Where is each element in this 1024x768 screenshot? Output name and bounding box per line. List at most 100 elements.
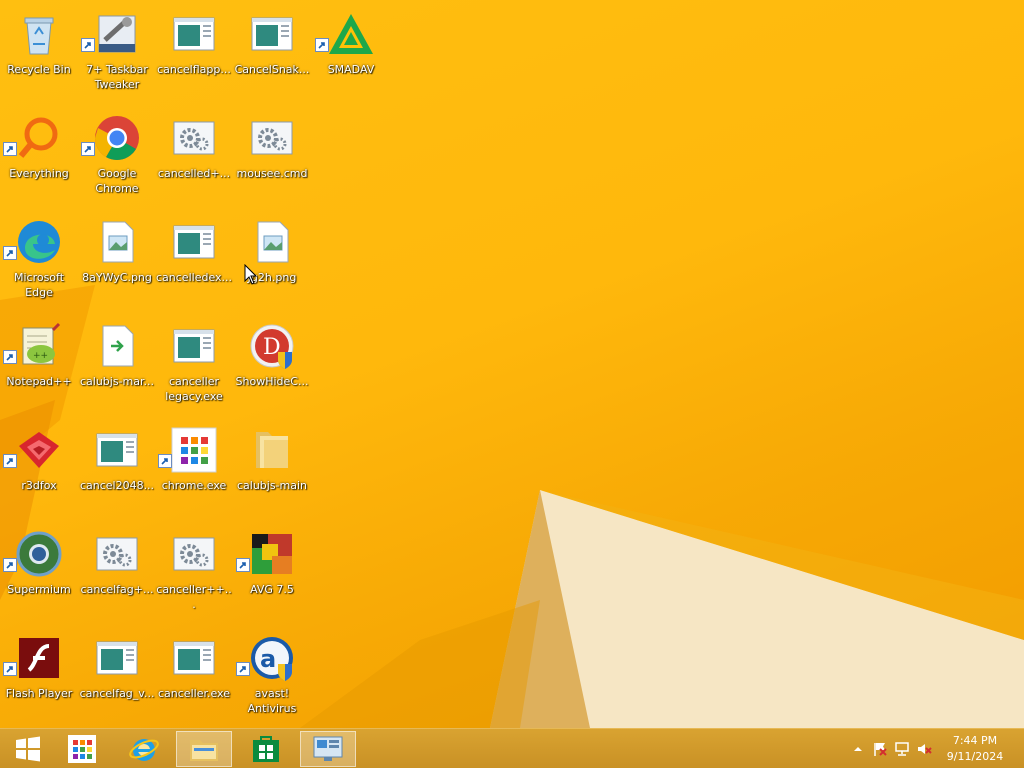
shortcut-arrow-icon <box>3 246 17 260</box>
app-window-icon <box>248 10 296 58</box>
desktop-icon-cancelfag-plus[interactable]: cancelfag+... <box>79 524 155 628</box>
svg-text:a: a <box>260 645 276 673</box>
icon-label: AVG 7.5 <box>250 583 294 596</box>
settings-gear-window-icon <box>248 114 296 162</box>
taskbar-control-panel-button[interactable] <box>300 731 356 767</box>
everything-search-icon <box>15 114 63 162</box>
desktop-icon-7-taskbar-tweaker[interactable]: 7+ Taskbar Tweaker <box>79 4 155 108</box>
avast-icon: a <box>248 634 296 682</box>
desktop-icon-showhidec[interactable]: D ShowHideC... <box>234 316 310 420</box>
shortcut-arrow-icon <box>236 662 250 676</box>
icon-label: Everything <box>9 167 69 180</box>
desktop-icon-notepad-plus-plus[interactable]: ++ Notepad++ <box>1 316 77 420</box>
image-file-icon <box>93 218 141 266</box>
taskbar: 7:44 PM 9/11/2024 <box>0 728 1024 768</box>
clock[interactable]: 7:44 PM 9/11/2024 <box>940 733 1010 765</box>
icon-label: 8aYWyC.png <box>82 271 152 284</box>
smadav-triangle-icon <box>327 10 375 58</box>
icon-label: cancelfag_v... <box>79 687 155 700</box>
show-hidden-icons-chevron-icon[interactable] <box>850 741 866 757</box>
clock-date: 9/11/2024 <box>946 750 1004 763</box>
store-icon <box>253 736 279 762</box>
icon-label: Recycle Bin <box>7 63 71 76</box>
action-center-flag-icon[interactable] <box>872 741 888 757</box>
desktop[interactable]: Recycle Bin 7+ Taskbar Tweaker cancelfla… <box>0 0 1024 728</box>
system-tray: 7:44 PM 9/11/2024 <box>844 729 1024 768</box>
network-icon[interactable] <box>894 741 910 757</box>
taskbar-file-explorer-button[interactable] <box>176 731 232 767</box>
desktop-icon-avast-antivirus[interactable]: a avast! Antivirus <box>234 628 310 728</box>
desktop-icon-supermium[interactable]: Supermium <box>1 524 77 628</box>
edge-icon <box>15 218 63 266</box>
app-window-icon <box>93 634 141 682</box>
desktop-icon-cancelledex[interactable]: cancelledex... <box>156 212 232 316</box>
svg-text:++: ++ <box>33 351 48 361</box>
icon-label: Flash Player <box>5 687 73 700</box>
icon-label: canceller++... <box>156 583 232 611</box>
desktop-icon-mousee-cmd[interactable]: mousee.cmd <box>234 108 310 212</box>
icon-label: r3dfox <box>21 479 57 492</box>
desktop-icon-avg-7-5[interactable]: AVG 7.5 <box>234 524 310 628</box>
windows-start-icon <box>16 736 40 762</box>
icon-label: cancelflapp... <box>157 63 231 76</box>
icon-label: cancel2048... <box>79 479 155 492</box>
folder-icon <box>248 426 296 474</box>
shortcut-arrow-icon <box>81 38 95 52</box>
mouse-cursor-icon <box>244 264 258 285</box>
r3dfox-icon <box>15 426 63 474</box>
desktop-icon-google-chrome[interactable]: Google Chrome <box>79 108 155 212</box>
supermium-icon <box>15 530 63 578</box>
desktop-icon-chrome-exe[interactable]: chrome.exe <box>156 420 232 524</box>
avg-icon <box>248 530 296 578</box>
internet-explorer-icon <box>129 739 159 761</box>
file-explorer-icon <box>190 740 218 761</box>
icon-label: avast! Antivirus <box>247 687 297 715</box>
shortcut-arrow-icon <box>3 558 17 572</box>
desktop-icon-canceller-legacy-exe[interactable]: canceller legacy.exe <box>156 316 232 420</box>
settings-gear-window-icon <box>170 114 218 162</box>
taskbar-internet-explorer-button[interactable] <box>116 731 172 767</box>
image-file-icon <box>248 218 296 266</box>
desktop-icon-calubjs-mar[interactable]: calubjs-mar... <box>79 316 155 420</box>
desktop-icon-cancelled-plus[interactable]: cancelled+... <box>156 108 232 212</box>
icon-label: SMADAV <box>327 63 375 76</box>
icon-label: calubjs-mar... <box>79 375 154 388</box>
recycle-bin-icon <box>15 10 63 58</box>
desktop-icon-microsoft-edge[interactable]: Microsoft Edge <box>1 212 77 316</box>
tweaker-tools-icon <box>93 10 141 58</box>
icon-label: cancelledex... <box>156 271 233 284</box>
desktop-icon-cancelsnak[interactable]: CancelSnak... <box>234 4 310 108</box>
desktop-icon-canceller-plus-plus[interactable]: canceller++... <box>156 524 232 628</box>
shortcut-arrow-icon <box>3 350 17 364</box>
icon-label: canceller.exe <box>158 687 230 700</box>
shortcut-arrow-icon <box>3 662 17 676</box>
settings-gear-window-icon <box>170 530 218 578</box>
desktop-icon-cancelflapp[interactable]: cancelflapp... <box>156 4 232 108</box>
icon-label: CancelSnak... <box>234 63 310 76</box>
taskbar-app-grid-button[interactable] <box>54 731 110 767</box>
desktop-icon-r3dfox[interactable]: r3dfox <box>1 420 77 524</box>
desktop-icon-flash-player[interactable]: Flash Player <box>1 628 77 728</box>
desktop-icon-cancel2048[interactable]: cancel2048... <box>79 420 155 524</box>
control-panel-icon <box>313 736 343 761</box>
taskbar-store-button[interactable] <box>238 731 294 767</box>
flash-player-icon <box>15 634 63 682</box>
desktop-icon-canceller-exe[interactable]: canceller.exe <box>156 628 232 728</box>
desktop-icon-smadav[interactable]: SMADAV <box>313 4 389 108</box>
shortcut-arrow-icon <box>236 558 250 572</box>
shortcut-arrow-icon <box>81 142 95 156</box>
icon-label: mousee.cmd <box>236 167 308 180</box>
settings-gear-window-icon <box>93 530 141 578</box>
desktop-icon-recycle-bin[interactable]: Recycle Bin <box>1 4 77 108</box>
svg-text:D: D <box>263 335 281 360</box>
desktop-icon-8aywyc-png[interactable]: 8aYWyC.png <box>79 212 155 316</box>
shortcut-arrow-icon <box>315 38 329 52</box>
desktop-icon-everything[interactable]: Everything <box>1 108 77 212</box>
showhide-d-icon: D <box>248 322 296 370</box>
icon-label: Supermium <box>7 583 71 596</box>
volume-muted-icon[interactable] <box>916 741 932 757</box>
desktop-icon-calubjs-main[interactable]: calubjs-main <box>234 420 310 524</box>
desktop-icon-cancelfag-v[interactable]: cancelfag_v... <box>79 628 155 728</box>
start-button[interactable] <box>0 731 56 767</box>
app-window-icon <box>170 634 218 682</box>
